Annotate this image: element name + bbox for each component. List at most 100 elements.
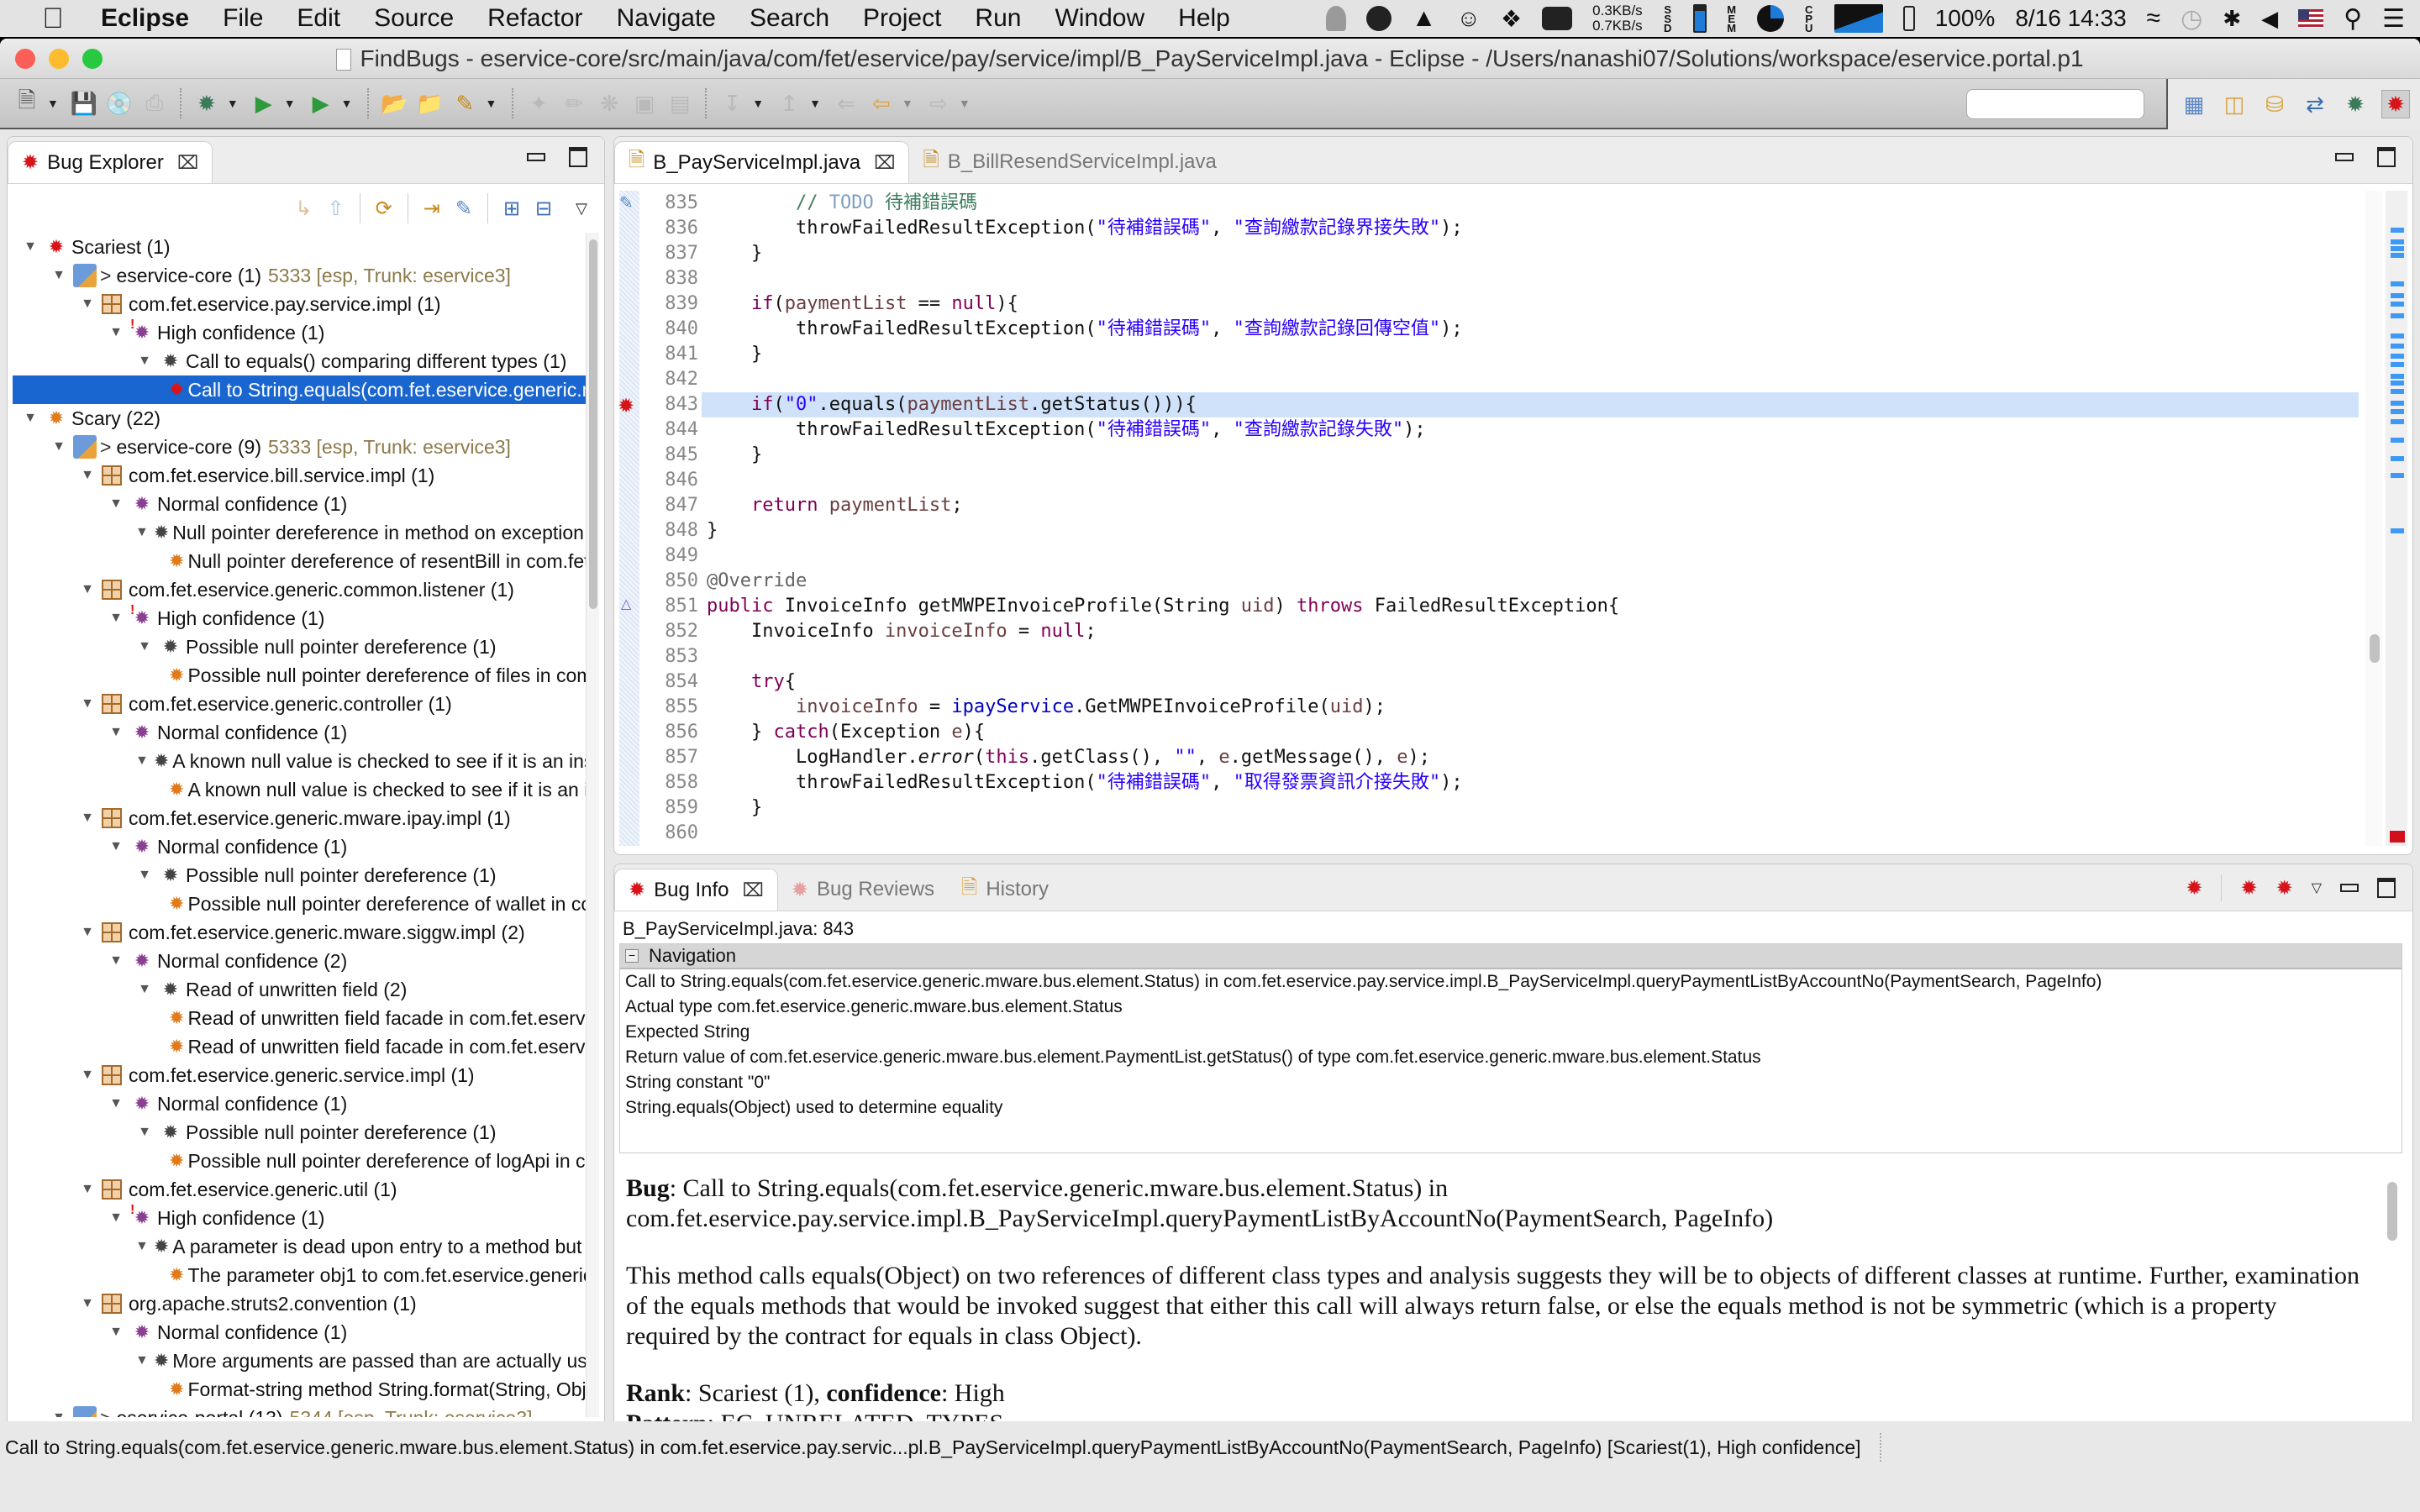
overview-marker[interactable] bbox=[2391, 281, 2404, 286]
tree-item[interactable]: ▼ ✹ Call to equals() comparing different t… bbox=[13, 347, 586, 375]
tree-item[interactable]: ▼ ✹ Normal confidence (1) bbox=[13, 832, 586, 861]
save-all-icon[interactable]: 💿 bbox=[104, 88, 134, 118]
tree-item[interactable]: ▼ org.apache.struts2.convention (1) bbox=[13, 1289, 586, 1318]
task-marker-icon[interactable]: ✎ bbox=[619, 192, 634, 213]
overview-marker[interactable] bbox=[2391, 354, 2404, 359]
tree-item[interactable]: ▼ ✹ Possible null pointer dereference (1) bbox=[13, 861, 586, 890]
code-line[interactable]: return paymentList; bbox=[707, 493, 2359, 518]
tree-item[interactable]: ✹ Possible null pointer dereference of fi… bbox=[13, 661, 586, 690]
code-line[interactable]: invoiceInfo = ipayService.GetMWPEInvoice… bbox=[707, 695, 2359, 720]
quick-access-input[interactable] bbox=[1966, 89, 2144, 119]
annotate-bug-icon[interactable]: ✹ bbox=[2240, 876, 2257, 900]
collapse-all-icon[interactable]: ⊟ bbox=[535, 197, 552, 221]
debug-icon[interactable]: ✹ bbox=[192, 88, 222, 118]
overview-marker[interactable] bbox=[2391, 401, 2404, 406]
overview-marker[interactable] bbox=[2391, 313, 2404, 318]
menu-edit[interactable]: Edit bbox=[297, 4, 340, 33]
notification-center-icon[interactable]: ☰ bbox=[2382, 4, 2405, 34]
previous-annotation-dropdown-icon[interactable]: ▼ bbox=[809, 97, 821, 110]
expand-toggle-icon[interactable]: ▼ bbox=[78, 297, 97, 312]
volume-icon[interactable]: ◀ bbox=[2261, 6, 2278, 32]
navigation-item[interactable]: Expected String bbox=[620, 1020, 2402, 1045]
time-machine-icon[interactable]: ◷ bbox=[2181, 4, 2202, 34]
maximize-view-icon[interactable] bbox=[2377, 147, 2396, 167]
refresh-icon[interactable]: ⟳ bbox=[376, 197, 392, 221]
bug-icon[interactable]: ✹ bbox=[2186, 876, 2202, 900]
group-by-icon[interactable]: ⇥ bbox=[424, 197, 440, 221]
dropbox-icon[interactable]: ❖ bbox=[1501, 5, 1522, 33]
scrollbar-thumb[interactable] bbox=[2370, 634, 2380, 663]
expand-toggle-icon[interactable]: ▼ bbox=[78, 811, 97, 826]
tree-item[interactable]: ✹ Read of unwritten field facade in com.f… bbox=[13, 1004, 586, 1032]
code-line[interactable]: @Override bbox=[707, 569, 2359, 594]
code-line[interactable]: // TODO 待補錯誤碼 bbox=[707, 191, 2359, 216]
expand-toggle-icon[interactable]: ▼ bbox=[107, 1210, 125, 1226]
run-dropdown-icon[interactable]: ▼ bbox=[284, 97, 296, 110]
tree-item[interactable]: ▼ ✹ Scary (22) bbox=[13, 404, 586, 433]
tree-item[interactable]: ▼ > eservice-core (9) 5333 [esp, Trunk: ese… bbox=[13, 433, 586, 461]
team-sync-perspective-icon[interactable]: ⇄ bbox=[2301, 90, 2329, 118]
notification-bell-icon[interactable] bbox=[1325, 6, 1346, 31]
expand-toggle-icon[interactable]: ▼ bbox=[107, 1096, 125, 1111]
tab-b-billresendserviceimpl[interactable]: 🗎 B_BillResendServiceImpl.java bbox=[909, 141, 1229, 183]
tree-item[interactable]: ▼ ✹! High confidence (1) bbox=[13, 1203, 586, 1232]
overview-marker[interactable] bbox=[2391, 409, 2404, 414]
tab-history[interactable]: 🗎 History bbox=[948, 869, 1062, 911]
debug-perspective-icon[interactable]: ✹ bbox=[2341, 90, 2370, 118]
overview-marker[interactable] bbox=[2391, 438, 2404, 443]
tree-item[interactable]: ✹ Possible null pointer dereference of wa… bbox=[13, 890, 586, 918]
tree-item[interactable]: ▼ ✹ Possible null pointer dereference (1) bbox=[13, 1118, 586, 1147]
expand-toggle-icon[interactable]: ▼ bbox=[107, 953, 125, 969]
overview-marker[interactable] bbox=[2391, 228, 2404, 233]
code-line[interactable]: throwFailedResultException("待補錯誤碼", "查詢繳… bbox=[707, 317, 2359, 342]
code-line[interactable] bbox=[707, 644, 2359, 669]
search-dropdown-icon[interactable]: ▼ bbox=[485, 97, 497, 110]
expand-toggle-icon[interactable]: ▼ bbox=[50, 1410, 68, 1417]
navigation-item[interactable]: Actual type com.fet.eservice.generic.mwa… bbox=[620, 995, 2402, 1020]
expand-toggle-icon[interactable]: ▼ bbox=[135, 868, 154, 883]
bug-marker-icon[interactable]: ✹ bbox=[618, 394, 634, 418]
last-edit-location-icon[interactable]: ⇐ bbox=[831, 88, 861, 118]
wifi-icon[interactable]: ≈ bbox=[2147, 4, 2160, 33]
close-tab-icon[interactable]: ⌧ bbox=[177, 152, 198, 174]
forward-icon[interactable]: ⇨ bbox=[923, 88, 954, 118]
code-line[interactable]: if(paymentList == null){ bbox=[707, 291, 2359, 317]
expand-toggle-icon[interactable]: ▼ bbox=[21, 239, 39, 255]
expand-toggle-icon[interactable]: ▼ bbox=[135, 1125, 154, 1140]
expand-toggle-icon[interactable]: ▼ bbox=[135, 982, 154, 997]
tree-item[interactable]: ▼ ✹ A known null value is checked to see i… bbox=[13, 747, 586, 775]
code-line[interactable]: LogHandler.error(this.getClass(), "", e.… bbox=[707, 745, 2359, 770]
overview-marker[interactable] bbox=[2391, 374, 2404, 379]
annotation-ruler[interactable] bbox=[619, 191, 639, 846]
code-line[interactable]: } bbox=[707, 443, 2359, 468]
view-menu-icon[interactable]: ▽ bbox=[2312, 879, 2322, 896]
tree-item[interactable]: ▼ com.fet.eservice.generic.mware.siggw.im… bbox=[13, 918, 586, 947]
tree-item[interactable]: ✹ Read of unwritten field facade in com.f… bbox=[13, 1032, 586, 1061]
overview-marker[interactable] bbox=[2391, 253, 2404, 258]
overview-marker[interactable] bbox=[2391, 473, 2404, 478]
scrollbar-thumb[interactable] bbox=[2387, 1182, 2397, 1241]
apple-menu-icon[interactable]:  bbox=[34, 3, 72, 35]
maximize-view-icon[interactable] bbox=[569, 147, 587, 167]
code-line[interactable]: InvoiceInfo invoiceInfo = null; bbox=[707, 619, 2359, 644]
editor-vertical-scrollbar[interactable] bbox=[2365, 191, 2382, 846]
expand-toggle-icon[interactable]: ▼ bbox=[78, 1296, 97, 1311]
tree-item[interactable]: ✹ Format-string method String.format(Stri… bbox=[13, 1375, 586, 1404]
expand-toggle-icon[interactable]: ▼ bbox=[107, 1325, 125, 1340]
tree-item[interactable]: ▼ ✹ Normal confidence (1) bbox=[13, 718, 586, 747]
overview-marker[interactable] bbox=[2391, 362, 2404, 367]
battery-icon[interactable] bbox=[1902, 6, 1915, 31]
tree-item[interactable]: ✹ Null pointer dereference of resentBill … bbox=[13, 547, 586, 575]
overview-ruler[interactable] bbox=[2386, 191, 2407, 846]
overview-marker[interactable] bbox=[2391, 419, 2404, 424]
close-tab-icon[interactable]: ⌧ bbox=[874, 152, 895, 174]
tree-item[interactable]: ▼ ✹ Normal confidence (1) bbox=[13, 1318, 586, 1347]
open-perspective-icon[interactable]: ▦ bbox=[2180, 90, 2208, 118]
tree-item[interactable]: ✹ A known null value is checked to see if… bbox=[13, 775, 586, 804]
code-line[interactable] bbox=[707, 468, 2359, 493]
tree-item[interactable]: ▼ ✹ Normal confidence (1) bbox=[13, 1089, 586, 1118]
overview-marker[interactable] bbox=[2391, 528, 2404, 533]
tree-item[interactable]: ▼ com.fet.eservice.generic.service.impl (… bbox=[13, 1061, 586, 1089]
print-icon[interactable]: ⎙ bbox=[139, 88, 170, 118]
forward-dropdown-icon[interactable]: ▼ bbox=[959, 97, 971, 110]
